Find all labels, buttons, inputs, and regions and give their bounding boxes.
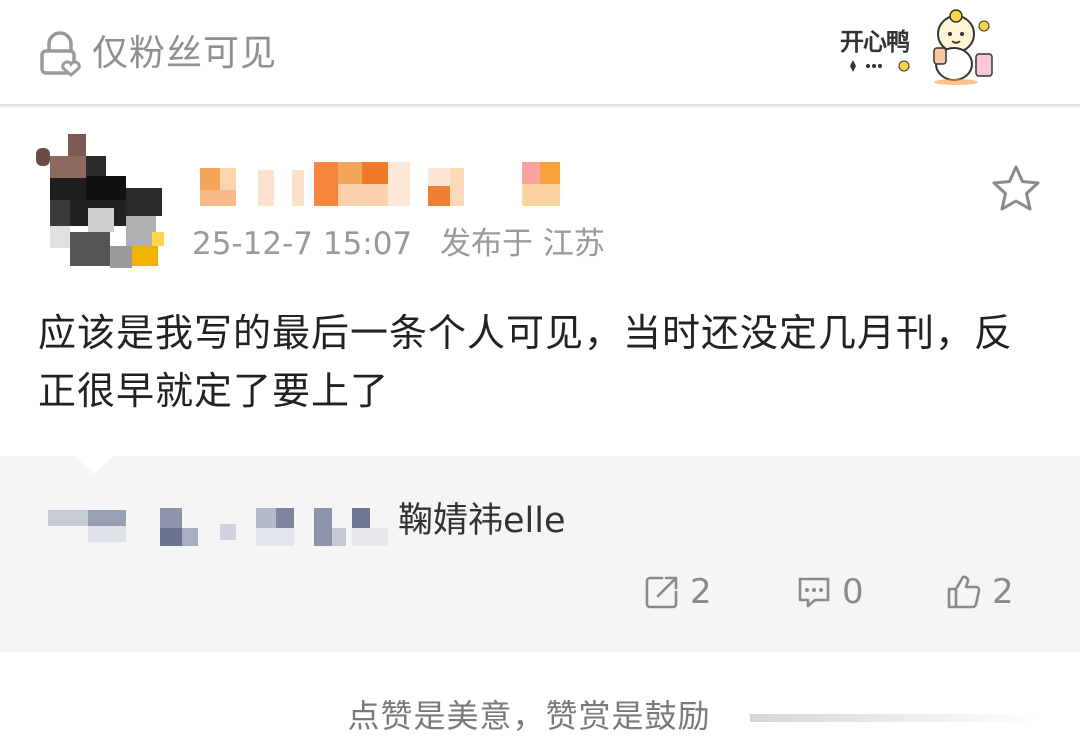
thumbs-up-icon — [947, 575, 981, 609]
like-count: 2 — [992, 572, 1014, 612]
retweet-author-name[interactable]: 鞠婧祎elle — [398, 498, 566, 544]
repost-icon — [645, 576, 678, 609]
repost-button[interactable]: 2 — [644, 572, 712, 612]
comment-icon — [798, 577, 830, 608]
lock-heart-icon — [40, 31, 81, 77]
retweet-username-blurred[interactable] — [48, 506, 393, 546]
visibility-label: 仅粉丝可见 — [92, 33, 278, 74]
username-blurred[interactable] — [196, 160, 566, 210]
post-meta: 25-12-7 15:07 发布于 江苏 — [192, 224, 623, 264]
visibility-indicator: 仅粉丝可见 — [38, 30, 277, 78]
post-content: 应该是我写的最后一条个人可见，当时还没定几月刊，反正很早就定了要上了 — [38, 311, 1014, 413]
happy-duck-sticker: 开心鸭 — [836, 4, 1006, 88]
quote-caret — [72, 454, 116, 474]
comment-button[interactable]: 0 — [796, 572, 864, 612]
post-timestamp: 25-12-7 15:07 — [192, 226, 413, 262]
reward-section: 点赞是美意，赞赏是鼓励 — [0, 652, 1080, 754]
repost-count: 2 — [690, 572, 712, 612]
action-bar: 2 0 2 — [0, 572, 1080, 624]
sticker-caption: 开心鸭 — [840, 28, 910, 56]
post-location: 发布于 江苏 — [440, 226, 605, 262]
avatar[interactable] — [32, 132, 168, 272]
like-button[interactable]: 2 — [946, 572, 1014, 612]
visibility-bar: 仅粉丝可见 开心鸭 — [0, 0, 1080, 106]
star-outline-icon[interactable] — [990, 164, 1042, 214]
post-card: 25-12-7 15:07 发布于 江苏 应该是我写的最后一条个人可见，当时还没… — [0, 108, 1080, 456]
faded-divider — [750, 714, 1040, 722]
quoted-post[interactable]: 鞠婧祎elle 2 0 2 — [0, 454, 1080, 652]
comment-count: 0 — [842, 572, 864, 612]
